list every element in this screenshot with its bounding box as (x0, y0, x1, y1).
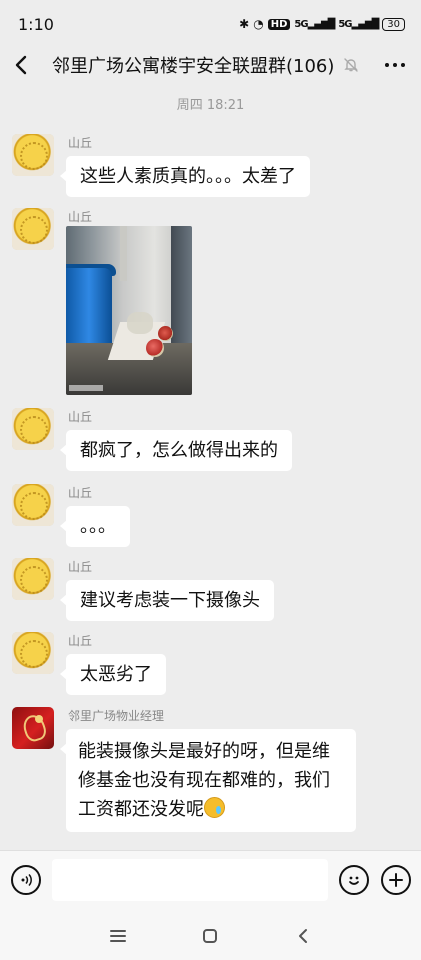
network-label: 5G (294, 18, 308, 30)
voice-icon (21, 873, 32, 887)
gold-ingot-avatar-icon (12, 208, 54, 250)
red-avatar-icon (12, 707, 54, 749)
more-dot-icon (385, 63, 389, 67)
network-label-2: 5G (338, 18, 352, 30)
plus-button[interactable] (381, 865, 411, 895)
message-bubble[interactable]: 。。。 (60, 506, 130, 547)
gold-ingot-avatar-icon (12, 408, 54, 450)
avatar[interactable] (12, 134, 54, 176)
sender-name: 山丘 (68, 410, 93, 424)
bluetooth-icon: ✱ (239, 17, 250, 31)
message-input[interactable] (52, 859, 328, 901)
home-icon (203, 929, 217, 943)
nav-home-button[interactable] (198, 924, 222, 948)
message-bubble[interactable]: 建议考虑装一下摄像头 (60, 580, 274, 621)
sender-name: 山丘 (68, 634, 93, 648)
gold-ingot-avatar-icon (12, 484, 54, 526)
plus-icon (389, 873, 403, 887)
emoji-button[interactable] (339, 865, 369, 895)
message-bubble[interactable]: 这些人素质真的。。。太差了 (60, 156, 310, 197)
status-time: 1:10 (18, 14, 54, 34)
system-navigation-bar (0, 910, 421, 960)
more-button[interactable] (385, 63, 405, 67)
gold-ingot-avatar-icon (12, 632, 54, 674)
nav-menu-button[interactable] (106, 924, 130, 948)
avatar[interactable] (12, 632, 54, 674)
avatar[interactable] (12, 408, 54, 450)
battery-value: 30 (387, 18, 400, 30)
avatar[interactable] (12, 208, 54, 250)
sender-name: 山丘 (68, 210, 93, 224)
chat-input-bar (0, 850, 421, 910)
back-icon (299, 929, 307, 943)
pipe-shape (120, 226, 127, 281)
more-dot-icon (393, 63, 397, 67)
back-icon (15, 55, 27, 75)
camera-watermark (69, 385, 103, 391)
avatar[interactable] (12, 707, 54, 749)
menu-icon (110, 930, 126, 942)
back-button[interactable] (2, 48, 42, 82)
voice-button[interactable] (11, 865, 41, 895)
chat-title-bar: 邻里广场公寓楼宇安全联盟群(106) (0, 48, 421, 82)
message-bubble[interactable]: 能装摄像头是最好的呀，但是维修基金也没有现在都难的，我们工资都还没发呢 (60, 729, 356, 832)
gold-ingot-avatar-icon (12, 558, 54, 600)
signal-icon-2: 5G▂▄▆█ (338, 18, 379, 30)
sender-name: 邻里广场物业经理 (68, 709, 165, 723)
watermelon-rind (158, 326, 173, 341)
sender-name: 山丘 (68, 486, 93, 500)
image-message[interactable] (66, 226, 192, 395)
emoji-icon (349, 876, 359, 885)
status-bar: 1:10 ✱ ◔ HD 5G▂▄▆█ 5G▂▄▆█ 30 (0, 0, 421, 48)
nav-back-button[interactable] (291, 924, 315, 948)
sender-name: 山丘 (68, 136, 93, 150)
chat-timestamp: 周四 18:21 (176, 98, 245, 113)
avatar[interactable] (12, 484, 54, 526)
message-bubble[interactable]: 太恶劣了 (60, 654, 166, 695)
bell-muted-icon (344, 58, 359, 72)
avatar[interactable] (12, 558, 54, 600)
crying-emoji-icon (204, 797, 225, 818)
sender-name: 山丘 (68, 560, 93, 574)
gold-ingot-avatar-icon (12, 134, 54, 176)
status-icons: ✱ ◔ HD 5G▂▄▆█ 5G▂▄▆█ 30 (239, 17, 405, 31)
hd-badge: HD (267, 18, 291, 30)
signal-icon: 5G▂▄▆█ (294, 18, 335, 30)
watermelon-rind (146, 339, 164, 357)
battery-icon: 30 (382, 17, 405, 31)
trash-bag (127, 312, 153, 334)
more-dot-icon (401, 63, 405, 67)
message-bubble[interactable]: 都疯了，怎么做得出来的 (60, 430, 292, 471)
chat-title: 邻里广场公寓楼宇安全联盟群(106) (52, 56, 335, 77)
alarm-icon: ◔ (253, 17, 264, 31)
